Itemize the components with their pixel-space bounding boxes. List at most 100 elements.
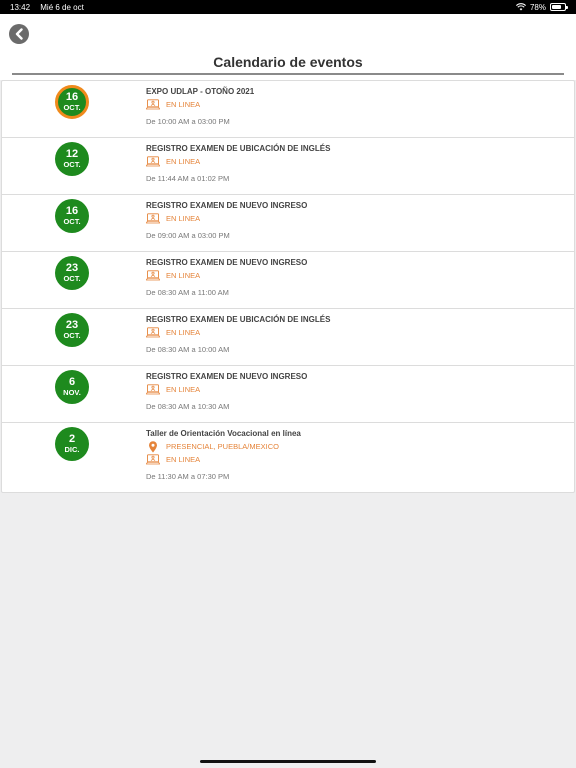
online-class-icon [146, 156, 160, 167]
back-button[interactable] [9, 24, 29, 44]
event-body: REGISTRO EXAMEN DE NUEVO INGRESO EN LINE… [146, 257, 574, 298]
date-day: 16 [65, 91, 79, 104]
date-badge: 2 DIC. [55, 427, 89, 461]
event-body: EXPO UDLAP - OTOÑO 2021 EN LINEA De 10:0… [146, 86, 574, 127]
online-class-icon-wrap [146, 454, 160, 465]
title-divider [12, 73, 564, 75]
status-bar-left: 13:42 Mié 6 de oct [10, 3, 92, 12]
event-title: EXPO UDLAP - OTOÑO 2021 [146, 87, 255, 96]
event-title: REGISTRO EXAMEN DE NUEVO INGRESO [146, 372, 308, 381]
event-item[interactable]: 6 NOV. REGISTRO EXAMEN DE NUEVO INGRESO … [2, 366, 574, 423]
event-location-row: EN LINEA [146, 155, 574, 168]
battery-percent: 78% [529, 2, 546, 12]
event-body: REGISTRO EXAMEN DE UBICACIÓN DE INGLÉS E… [146, 143, 574, 184]
date-day: 6 [68, 376, 76, 389]
date-badge: 16 OCT. [55, 199, 89, 233]
status-bar-right: 78% [515, 2, 568, 12]
event-location-row: EN LINEA [146, 212, 574, 225]
event-location-label: EN LINEA [166, 455, 201, 464]
date-month: OCT. [63, 274, 81, 284]
event-item[interactable]: 12 OCT. REGISTRO EXAMEN DE UBICACIÓN DE … [2, 138, 574, 195]
event-location-label: EN LINEA [166, 385, 201, 394]
location-pin-icon-wrap [146, 440, 160, 452]
date-month: NOV. [63, 388, 81, 398]
event-location-label: EN LINEA [166, 157, 201, 166]
event-location-row: EN LINEA [146, 383, 574, 396]
event-body: REGISTRO EXAMEN DE NUEVO INGRESO EN LINE… [146, 200, 574, 241]
event-location-row: EN LINEA [146, 326, 574, 339]
online-class-icon [146, 327, 160, 338]
battery-fill [552, 5, 562, 9]
event-locations: PRESENCIAL, PUEBLA/MEXICO EN LINEA [146, 440, 574, 466]
event-list: 16 OCT. EXPO UDLAP - OTOÑO 2021 EN LINEA… [1, 80, 575, 493]
event-body: REGISTRO EXAMEN DE UBICACIÓN DE INGLÉS E… [146, 314, 574, 355]
date-badge: 6 NOV. [55, 370, 89, 404]
date-month: OCT. [63, 331, 81, 341]
date-badge: 23 OCT. [55, 256, 89, 290]
event-locations: EN LINEA [146, 212, 574, 225]
date-day: 12 [65, 148, 79, 161]
event-locations: EN LINEA [146, 98, 574, 111]
event-location-label: PRESENCIAL, PUEBLA/MEXICO [166, 442, 279, 451]
event-title: REGISTRO EXAMEN DE UBICACIÓN DE INGLÉS [146, 144, 331, 153]
date-month: OCT. [63, 160, 81, 170]
online-class-icon [146, 454, 160, 465]
online-class-icon-wrap [146, 213, 160, 224]
online-class-icon-wrap [146, 156, 160, 167]
chevron-left-icon [15, 28, 23, 40]
online-class-icon-wrap [146, 270, 160, 281]
status-bar: 13:42 Mié 6 de oct 78% [0, 0, 576, 14]
date-month: OCT. [63, 103, 81, 113]
wifi-icon [515, 3, 526, 11]
event-item[interactable]: 2 DIC. Taller de Orientación Vocacional … [2, 423, 574, 492]
event-time: De 09:00 AM a 03:00 PM [146, 231, 230, 240]
event-location-label: EN LINEA [166, 328, 201, 337]
event-title: REGISTRO EXAMEN DE NUEVO INGRESO [146, 258, 308, 267]
event-time: De 11:44 AM a 01:02 PM [146, 174, 230, 183]
online-class-icon-wrap [146, 99, 160, 110]
event-item[interactable]: 23 OCT. REGISTRO EXAMEN DE UBICACIÓN DE … [2, 309, 574, 366]
date-badge: 12 OCT. [55, 142, 89, 176]
online-class-icon-wrap [146, 327, 160, 338]
date-day: 16 [65, 205, 79, 218]
date-badge: 16 OCT. [55, 85, 89, 119]
event-locations: EN LINEA [146, 326, 574, 339]
online-class-icon [146, 384, 160, 395]
date-day: 23 [65, 262, 79, 275]
event-location-label: EN LINEA [166, 214, 201, 223]
date-month: DIC. [64, 445, 80, 455]
date-day: 23 [65, 319, 79, 332]
location-pin-icon [149, 440, 157, 452]
event-location-row: EN LINEA [146, 269, 574, 282]
event-item[interactable]: 23 OCT. REGISTRO EXAMEN DE NUEVO INGRESO… [2, 252, 574, 309]
home-indicator[interactable] [200, 760, 376, 763]
event-time: De 08:30 AM a 10:00 AM [146, 345, 230, 354]
event-location-label: EN LINEA [166, 271, 201, 280]
online-class-icon [146, 270, 160, 281]
date-day: 2 [68, 433, 76, 446]
event-locations: EN LINEA [146, 155, 574, 168]
online-class-icon-wrap [146, 384, 160, 395]
event-title: Taller de Orientación Vocacional en líne… [146, 429, 301, 438]
header: Calendario de eventos [0, 14, 576, 80]
event-title: REGISTRO EXAMEN DE UBICACIÓN DE INGLÉS [146, 315, 331, 324]
event-locations: EN LINEA [146, 269, 574, 282]
event-time: De 08:30 AM a 10:30 AM [146, 402, 230, 411]
event-location-row: EN LINEA [146, 453, 574, 466]
event-body: REGISTRO EXAMEN DE NUEVO INGRESO EN LINE… [146, 371, 574, 412]
date-month: OCT. [63, 217, 81, 227]
event-location-row: EN LINEA [146, 98, 574, 111]
status-time: 13:42 [10, 2, 31, 12]
date-badge: 23 OCT. [55, 313, 89, 347]
event-title: REGISTRO EXAMEN DE NUEVO INGRESO [146, 201, 308, 210]
event-location-label: EN LINEA [166, 100, 201, 109]
event-item[interactable]: 16 OCT. REGISTRO EXAMEN DE NUEVO INGRESO… [2, 195, 574, 252]
online-class-icon [146, 99, 160, 110]
event-locations: EN LINEA [146, 383, 574, 396]
event-body: Taller de Orientación Vocacional en líne… [146, 428, 574, 482]
online-class-icon [146, 213, 160, 224]
event-item[interactable]: 16 OCT. EXPO UDLAP - OTOÑO 2021 EN LINEA… [2, 81, 574, 138]
page-title: Calendario de eventos [213, 54, 363, 70]
battery-icon [550, 3, 568, 11]
event-time: De 10:00 AM a 03:00 PM [146, 117, 230, 126]
